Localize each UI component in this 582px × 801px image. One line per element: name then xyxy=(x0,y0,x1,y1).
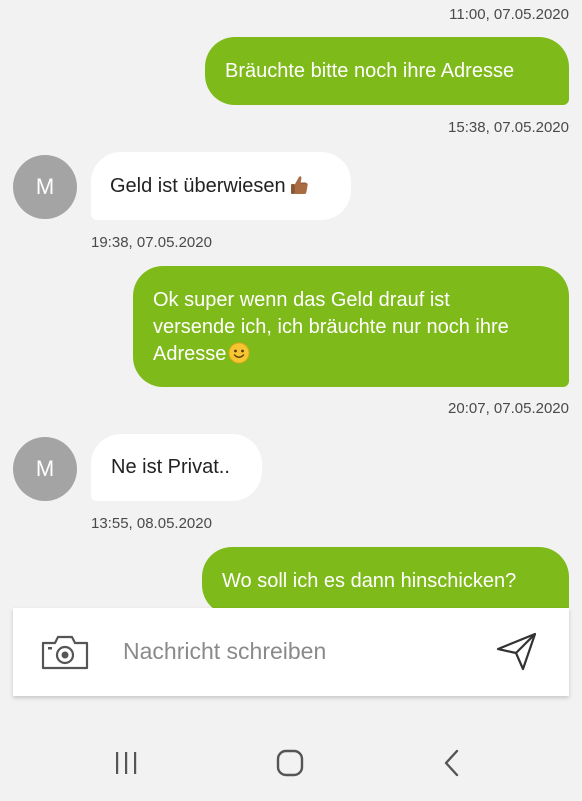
message-text: Wo soll ich es dann hinschicken? xyxy=(222,570,517,592)
avatar[interactable]: M xyxy=(13,155,77,219)
message-timestamp: 11:00, 07.05.2020 xyxy=(449,6,569,23)
thumbs-up-icon xyxy=(288,174,310,196)
message-timestamp: 19:38, 07.05.2020 xyxy=(91,234,212,251)
send-icon[interactable] xyxy=(495,631,539,671)
message-text-line: Ok super wenn das Geld drauf ist xyxy=(153,289,450,311)
message-timestamp: 15:38, 07.05.2020 xyxy=(448,119,569,136)
message-composer: Nachricht schreiben xyxy=(13,608,569,696)
outgoing-message-bubble[interactable]: Wo soll ich es dann hinschicken? xyxy=(202,547,569,615)
message-text: Geld ist überwiesen xyxy=(110,175,286,197)
incoming-message-bubble[interactable]: Geld ist überwiesen xyxy=(91,152,351,220)
avatar-initial: M xyxy=(35,174,55,199)
outgoing-message-bubble[interactable]: Bräuchte bitte noch ihre Adresse xyxy=(205,37,569,105)
back-icon[interactable] xyxy=(433,743,473,783)
avatar-initial: M xyxy=(35,456,55,481)
incoming-message-bubble[interactable]: Ne ist Privat.. xyxy=(91,434,262,501)
message-text: Ne ist Privat.. xyxy=(111,456,230,478)
outgoing-message-bubble[interactable]: Ok super wenn das Geld drauf ist versend… xyxy=(133,266,569,387)
message-timestamp: 13:55, 08.05.2020 xyxy=(91,515,212,532)
smiley-icon xyxy=(228,342,250,364)
camera-icon[interactable] xyxy=(40,632,90,672)
message-timestamp: 20:07, 07.05.2020 xyxy=(448,400,569,417)
recent-apps-icon[interactable] xyxy=(106,743,146,783)
message-text-line: versende ich, ich bräuchte nur noch ihre xyxy=(153,316,509,338)
message-text-line: Adresse xyxy=(153,343,227,365)
message-text: Bräuchte bitte noch ihre Adresse xyxy=(225,60,515,82)
navigation-bar xyxy=(0,725,582,801)
home-icon[interactable] xyxy=(270,743,310,783)
message-input[interactable]: Nachricht schreiben xyxy=(123,638,326,665)
avatar[interactable]: M xyxy=(13,437,77,501)
